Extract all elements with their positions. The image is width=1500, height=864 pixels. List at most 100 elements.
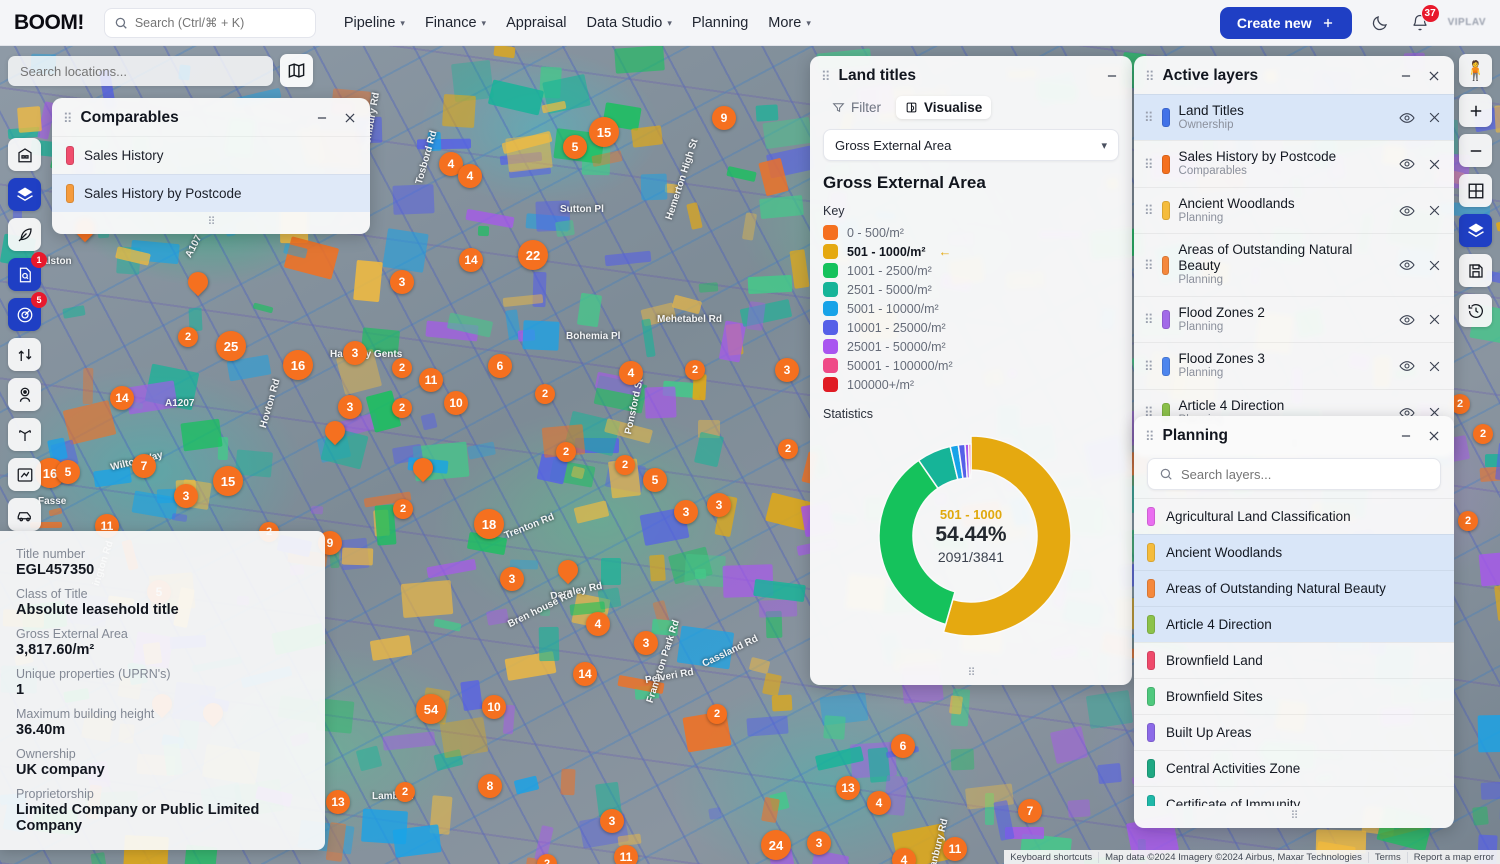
- tool-antenna[interactable]: [8, 418, 41, 451]
- map-cluster-marker[interactable]: 4: [619, 361, 643, 385]
- drag-grip-icon[interactable]: ⠿: [1144, 158, 1153, 171]
- map-cluster-marker[interactable]: 13: [326, 790, 350, 814]
- map-cluster-marker[interactable]: 6: [488, 354, 512, 378]
- legend-key-row[interactable]: 501 - 1000/m² ←: [823, 244, 1119, 259]
- drag-grip-icon[interactable]: ⠿: [1144, 259, 1153, 272]
- map-cluster-marker[interactable]: 2: [392, 398, 412, 418]
- map-cluster-marker[interactable]: 4: [867, 791, 891, 815]
- map-cluster-marker[interactable]: 3: [390, 270, 414, 294]
- history-button[interactable]: [1459, 294, 1492, 327]
- close-icon[interactable]: [1427, 359, 1442, 374]
- map-cluster-marker[interactable]: 9: [712, 106, 736, 130]
- map-cluster-marker[interactable]: 2: [1473, 424, 1493, 444]
- map-cluster-marker[interactable]: 18: [474, 509, 504, 539]
- map-cluster-marker[interactable]: 25: [216, 331, 246, 361]
- location-search[interactable]: [8, 56, 273, 86]
- planning-layer-row[interactable]: Brownfield Sites: [1134, 678, 1454, 714]
- nav-more[interactable]: More ▾: [768, 15, 811, 31]
- theme-toggle-button[interactable]: [1368, 11, 1392, 35]
- map-cluster-marker[interactable]: 14: [573, 662, 597, 686]
- map-cluster-marker[interactable]: 14: [459, 248, 483, 272]
- map-cluster-marker[interactable]: 5: [643, 468, 667, 492]
- minimize-icon[interactable]: [1398, 69, 1413, 84]
- planning-layer-search[interactable]: [1147, 458, 1441, 490]
- zoom-in-button[interactable]: [1459, 94, 1492, 127]
- close-icon[interactable]: [1427, 312, 1442, 327]
- planning-layer-row[interactable]: Article 4 Direction: [1134, 606, 1454, 642]
- nav-appraisal[interactable]: Appraisal: [506, 15, 566, 31]
- tool-chart[interactable]: [8, 458, 41, 491]
- map-cluster-marker[interactable]: 11: [614, 845, 638, 864]
- visualise-field-select[interactable]: Gross External Area ▾: [823, 129, 1119, 161]
- map-cluster-marker[interactable]: 2: [615, 455, 635, 475]
- map-cluster-marker[interactable]: 2: [535, 384, 555, 404]
- legend-key-row[interactable]: 10001 - 25000/m²: [823, 320, 1119, 335]
- legend-key-row[interactable]: 100000+/m²: [823, 377, 1119, 392]
- planning-layer-row[interactable]: Ancient Woodlands: [1134, 534, 1454, 570]
- legend-key-row[interactable]: 1001 - 2500/m²: [823, 263, 1119, 278]
- map-cluster-marker[interactable]: 5: [56, 460, 80, 484]
- map-cluster-marker[interactable]: 3: [634, 631, 658, 655]
- save-button[interactable]: [1459, 254, 1492, 287]
- map-cluster-marker[interactable]: 4: [586, 612, 610, 636]
- nav-planning[interactable]: Planning: [692, 15, 748, 31]
- active-layer-row[interactable]: ⠿ Areas of Outstanding Natural Beauty Plan…: [1134, 233, 1454, 295]
- minimize-icon[interactable]: [1398, 429, 1413, 444]
- planning-layer-row[interactable]: Certificate of Immunity: [1134, 786, 1454, 806]
- map-cluster-marker[interactable]: 24: [761, 830, 791, 860]
- map-cluster-marker[interactable]: 2: [778, 439, 798, 459]
- minimize-icon[interactable]: [314, 111, 329, 126]
- notifications-button[interactable]: 37: [1408, 3, 1440, 35]
- street-view-pegman-button[interactable]: 🧍: [1459, 54, 1492, 87]
- tool-car[interactable]: [8, 498, 41, 531]
- keyboard-shortcuts-link[interactable]: Keyboard shortcuts: [1004, 852, 1098, 863]
- tool-swap[interactable]: [8, 338, 41, 371]
- map-cluster-marker[interactable]: 3: [174, 484, 198, 508]
- close-icon[interactable]: [1427, 157, 1442, 172]
- drag-grip-icon[interactable]: ⠿: [1144, 360, 1153, 373]
- tab-visualise[interactable]: Visualise: [896, 96, 992, 119]
- global-search[interactable]: [103, 7, 316, 38]
- close-icon[interactable]: [1427, 258, 1442, 273]
- map-cluster-marker[interactable]: 8: [478, 774, 502, 798]
- map-cluster-marker[interactable]: 7: [132, 454, 156, 478]
- map-cluster-marker[interactable]: 3: [707, 493, 731, 517]
- comparables-item[interactable]: Sales History by Postcode: [52, 174, 370, 212]
- map-cluster-marker[interactable]: 3: [807, 831, 831, 855]
- map-cluster-marker[interactable]: 22: [518, 240, 548, 270]
- drag-grip-icon[interactable]: ⠿: [1145, 70, 1154, 83]
- close-icon[interactable]: [1426, 429, 1441, 444]
- tool-location-pin[interactable]: [8, 378, 41, 411]
- statistics-donut-chart[interactable]: 501 - 1000 54.44% 2091/3841: [823, 425, 1119, 655]
- active-layer-row[interactable]: ⠿ Flood Zones 3 Planning: [1134, 342, 1454, 388]
- tool-document-search[interactable]: 1: [8, 252, 47, 291]
- map-cluster-marker[interactable]: 3: [343, 341, 367, 365]
- map-cluster-marker[interactable]: 2: [707, 704, 727, 724]
- planning-layer-row[interactable]: Areas of Outstanding Natural Beauty: [1134, 570, 1454, 606]
- drag-grip-icon[interactable]: ⠿: [1144, 313, 1153, 326]
- planning-layer-row[interactable]: Agricultural Land Classification: [1134, 498, 1454, 534]
- eye-icon[interactable]: [1399, 358, 1415, 374]
- map-cluster-marker[interactable]: 3: [600, 809, 624, 833]
- map-cluster-marker[interactable]: 14: [110, 386, 134, 410]
- close-icon[interactable]: [1426, 69, 1441, 84]
- minimize-icon[interactable]: [1104, 69, 1119, 84]
- map-cluster-marker[interactable]: 3: [674, 500, 698, 524]
- resize-handle[interactable]: ⠿: [1134, 806, 1454, 828]
- search-input[interactable]: [134, 15, 306, 30]
- nav-pipeline[interactable]: Pipeline ▾: [344, 15, 405, 31]
- map-cluster-marker[interactable]: 10: [482, 695, 506, 719]
- planning-search-input[interactable]: [1181, 466, 1429, 482]
- avatar[interactable]: VIPLAV: [1448, 17, 1486, 28]
- report-map-error-link[interactable]: Report a map error: [1406, 851, 1500, 863]
- map-cluster-marker[interactable]: 10: [444, 391, 468, 415]
- map-cluster-marker[interactable]: 2: [556, 442, 576, 462]
- map-cluster-marker[interactable]: 15: [213, 466, 243, 496]
- map-cluster-marker[interactable]: 3: [500, 567, 524, 591]
- terms-link[interactable]: Terms: [1367, 851, 1407, 863]
- map-cluster-marker[interactable]: 2: [395, 782, 415, 802]
- grid-view-button[interactable]: [1459, 174, 1492, 207]
- eye-icon[interactable]: [1399, 156, 1415, 172]
- map-style-toggle-button[interactable]: [280, 54, 313, 87]
- tool-leaf[interactable]: [8, 218, 41, 251]
